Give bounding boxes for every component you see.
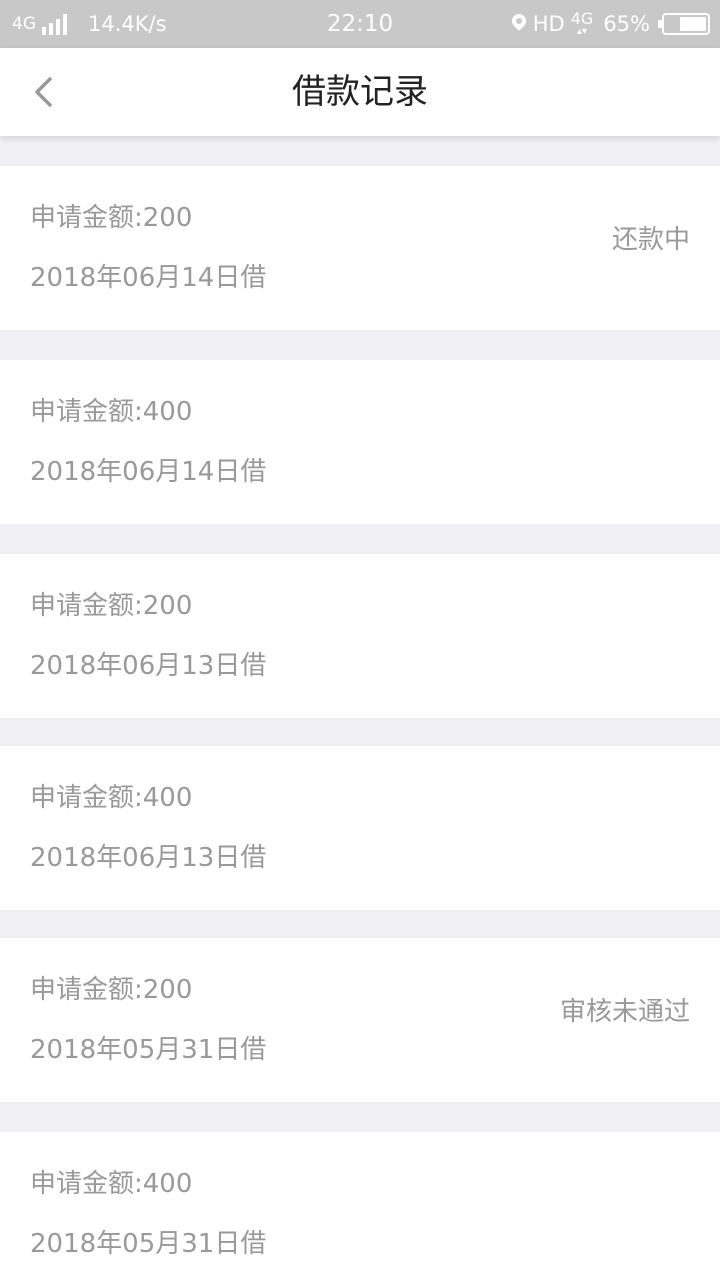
record-amount: 申请金额:200 — [30, 591, 193, 621]
mobile-data-icon: 4G ▴▾ — [570, 9, 594, 37]
record-amount: 申请金额:400 — [30, 1169, 193, 1199]
location-icon — [511, 14, 527, 34]
nav-bar: 借款记录 — [0, 48, 720, 136]
loan-record-item[interactable]: 申请金额:200 2018年06月14日借 还款中 — [0, 166, 720, 330]
hd-indicator: HD — [532, 12, 565, 36]
loan-record-item[interactable]: 申请金额:400 2018年05月31日借 — [0, 1132, 720, 1280]
record-amount: 申请金额:400 — [30, 397, 193, 427]
record-date: 2018年05月31日借 — [30, 1035, 267, 1065]
battery-icon — [658, 13, 710, 35]
loan-record-item[interactable]: 申请金额:400 2018年06月14日借 — [0, 360, 720, 524]
status-bar-right: HD 4G ▴▾ 65% — [511, 0, 710, 48]
record-date: 2018年06月14日借 — [30, 457, 267, 487]
loan-record-item[interactable]: 申请金额:200 2018年05月31日借 审核未通过 — [0, 938, 720, 1102]
record-date: 2018年06月13日借 — [30, 651, 267, 681]
record-date: 2018年06月14日借 — [30, 263, 267, 293]
record-date: 2018年06月13日借 — [30, 843, 267, 873]
status-bar: 4G 14.4K/s 22:10 HD 4G ▴▾ 65% — [0, 0, 720, 48]
loan-record-item[interactable]: 申请金额:200 2018年06月13日借 — [0, 554, 720, 718]
page-title: 借款记录 — [292, 72, 428, 112]
record-amount: 申请金额:200 — [30, 203, 193, 233]
record-amount: 申请金额:200 — [30, 975, 193, 1005]
loan-record-item[interactable]: 申请金额:400 2018年06月13日借 — [0, 746, 720, 910]
record-status: 还款中 — [611, 225, 690, 255]
record-status: 审核未通过 — [559, 997, 690, 1027]
record-date: 2018年05月31日借 — [30, 1229, 267, 1259]
battery-percent: 65% — [603, 12, 650, 36]
record-amount: 申请金额:400 — [30, 783, 193, 813]
